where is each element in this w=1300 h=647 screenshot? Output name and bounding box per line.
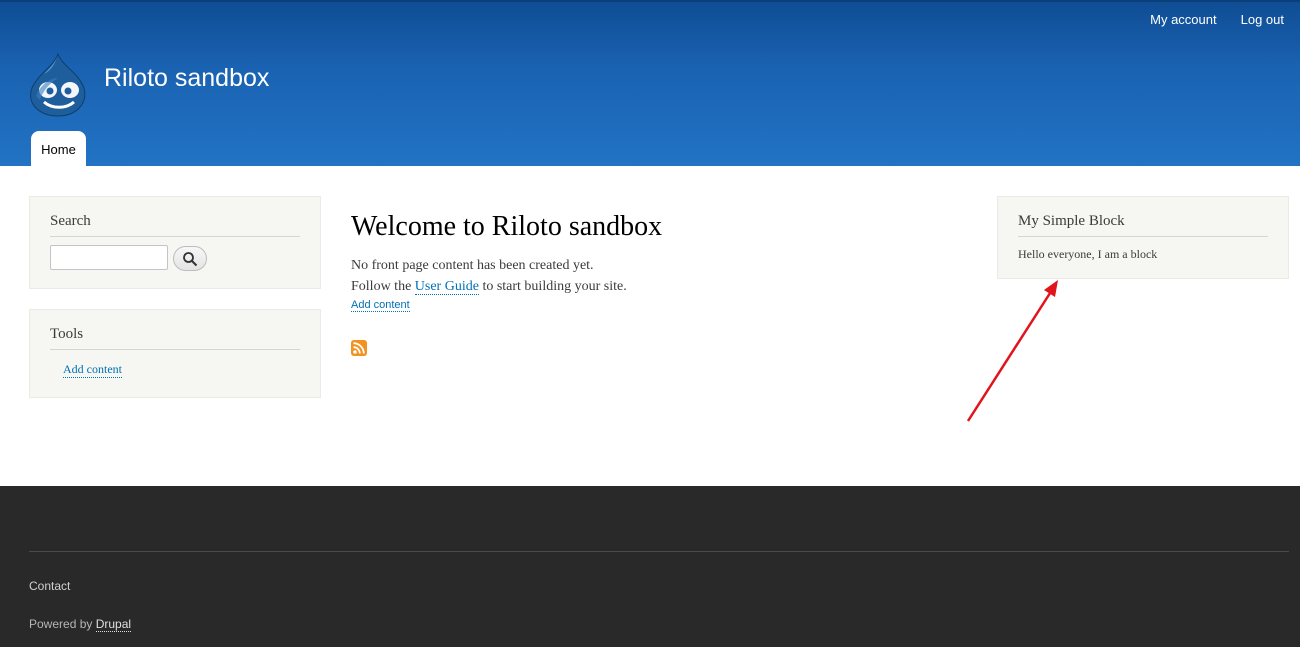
secondary-menu: My account Log out	[1150, 12, 1284, 27]
page-title: Welcome to Riloto sandbox	[351, 211, 663, 242]
tools-add-content-link[interactable]: Add content	[63, 362, 122, 378]
search-block-title: Search	[50, 213, 91, 229]
search-input[interactable]	[50, 245, 168, 270]
site-footer: Contact Powered by Drupal	[0, 486, 1300, 647]
annotation-arrow-icon	[966, 280, 1058, 422]
user-guide-prefix: Follow the	[351, 279, 415, 294]
powered-by: Powered by Drupal	[29, 617, 132, 632]
site-name[interactable]: Riloto sandbox	[104, 64, 269, 93]
my-simple-block-title: My Simple Block	[1018, 213, 1125, 229]
search-block: Search	[29, 196, 321, 289]
tools-block-title: Tools	[50, 326, 84, 342]
drupal-drop-icon[interactable]	[28, 52, 88, 118]
footer-contact-link[interactable]: Contact	[29, 579, 70, 593]
user-guide-message: Follow the User Guide to start building …	[351, 279, 627, 295]
add-content-link[interactable]: Add content	[351, 299, 410, 312]
my-account-link[interactable]: My account	[1150, 12, 1216, 27]
tab-home[interactable]: Home	[31, 131, 86, 168]
site-header: My account Log out Riloto sandbox Home	[0, 0, 1300, 168]
search-icon	[183, 251, 198, 266]
my-simple-block-body: Hello everyone, I am a block	[1018, 247, 1158, 261]
my-simple-block: My Simple Block Hello everyone, I am a b…	[997, 196, 1289, 279]
user-guide-suffix: to start building your site.	[478, 279, 627, 294]
search-button[interactable]	[173, 246, 207, 271]
rss-icon[interactable]	[351, 340, 367, 356]
log-out-link[interactable]: Log out	[1241, 12, 1284, 27]
footer-divider	[29, 551, 1289, 552]
tools-block: Tools Add content	[29, 309, 321, 398]
drupal-link[interactable]: Drupal	[95, 617, 132, 632]
powered-by-prefix: Powered by	[29, 617, 96, 631]
no-content-message: No front page content has been created y…	[351, 258, 594, 273]
user-guide-link[interactable]: User Guide	[414, 279, 479, 295]
divider	[50, 349, 300, 350]
divider	[50, 236, 300, 237]
divider	[1018, 236, 1268, 237]
